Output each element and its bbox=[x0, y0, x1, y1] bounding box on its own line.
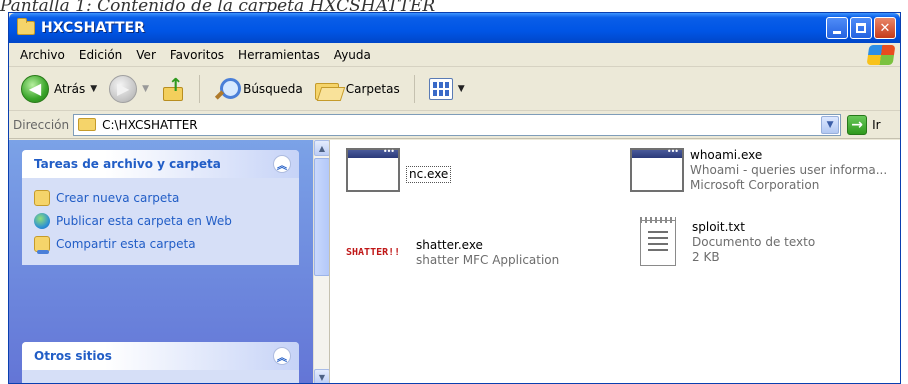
file-item[interactable]: nc.exe bbox=[346, 147, 452, 192]
toolbar-separator bbox=[413, 74, 415, 103]
menu-ver[interactable]: Ver bbox=[129, 48, 163, 62]
other-places-title: Otros sitios bbox=[34, 349, 112, 363]
menu-bar: Archivo Edición Ver Favoritos Herramient… bbox=[9, 43, 900, 67]
text-document-icon bbox=[640, 217, 676, 266]
toolbar-separator bbox=[199, 74, 201, 103]
menu-archivo[interactable]: Archivo bbox=[13, 48, 72, 62]
forward-button[interactable]: ▶ ▼ bbox=[105, 72, 153, 106]
scroll-thumb[interactable] bbox=[314, 158, 330, 276]
file-text: whoami.exe Whoami - queries user informa… bbox=[690, 148, 887, 193]
folders-button[interactable]: Carpetas bbox=[311, 72, 404, 106]
close-icon: ✕ bbox=[879, 20, 891, 36]
file-type: Documento de texto bbox=[692, 235, 816, 249]
file-name: shatter.exe bbox=[416, 238, 483, 252]
shatter-logo-icon: SHATTER!! bbox=[346, 246, 401, 258]
task-pane: Tareas de archivo y carpeta ︽ Crear nuev… bbox=[9, 140, 313, 383]
file-size: 2 KB bbox=[692, 250, 720, 264]
file-item[interactable]: whoami.exe Whoami - queries user informa… bbox=[630, 147, 887, 193]
file-item[interactable]: sploit.txt Documento de texto 2 KB bbox=[630, 217, 815, 266]
file-name: nc.exe bbox=[406, 166, 452, 183]
address-bar: Dirección C:\HXCSHATTER ▼ → Ir bbox=[9, 111, 900, 139]
folders-label: Carpetas bbox=[345, 81, 400, 96]
minimize-button[interactable] bbox=[826, 17, 848, 39]
globe-icon bbox=[34, 212, 50, 229]
file-list: nc.exe whoami.exe Whoami - queries user … bbox=[329, 140, 900, 383]
scroll-up-icon[interactable]: ▲ bbox=[314, 140, 330, 156]
back-button[interactable]: ◀ Atrás ▼ bbox=[17, 72, 101, 106]
task-pane-scrollbar[interactable]: ▲ ▼ bbox=[313, 140, 330, 383]
back-arrow-icon: ◀ bbox=[21, 74, 49, 103]
minimize-icon bbox=[833, 30, 841, 34]
application-icon bbox=[346, 147, 400, 192]
file-company: Microsoft Corporation bbox=[690, 178, 820, 192]
other-places-header[interactable]: Otros sitios ︽ bbox=[22, 342, 299, 370]
task-share-folder[interactable]: Compartir esta carpeta bbox=[34, 232, 287, 255]
maximize-icon bbox=[856, 23, 866, 33]
task-new-folder[interactable]: Crear nueva carpeta bbox=[34, 186, 287, 209]
toolbar: ◀ Atrás ▼ ▶ ▼ Búsqueda Carpetas ▼ bbox=[9, 67, 900, 111]
address-dropdown-icon[interactable]: ▼ bbox=[821, 115, 840, 134]
file-tasks-title: Tareas de archivo y carpeta bbox=[34, 157, 221, 171]
collapse-chevron-icon[interactable]: ︽ bbox=[273, 155, 291, 173]
search-icon bbox=[214, 77, 242, 101]
task-label: Compartir esta carpeta bbox=[56, 236, 196, 251]
back-dropdown-icon[interactable]: ▼ bbox=[90, 84, 97, 94]
maximize-button[interactable] bbox=[850, 17, 872, 39]
new-folder-icon bbox=[34, 189, 50, 206]
task-publish-web[interactable]: Publicar esta carpeta en Web bbox=[34, 209, 287, 232]
address-input[interactable]: C:\HXCSHATTER ▼ bbox=[73, 113, 842, 136]
explorer-window: HXCSHATTER ✕ Archivo Edición Ver Favorit… bbox=[8, 12, 901, 384]
window-title: HXCSHATTER bbox=[41, 20, 145, 36]
shared-folder-icon bbox=[34, 235, 50, 254]
folder-icon bbox=[78, 118, 97, 131]
menu-edicion[interactable]: Edición bbox=[72, 48, 129, 62]
file-text: sploit.txt Documento de texto 2 KB bbox=[692, 220, 815, 265]
file-text: nc.exe bbox=[406, 166, 452, 183]
up-folder-icon bbox=[161, 75, 185, 101]
explorer-body: Tareas de archivo y carpeta ︽ Crear nuev… bbox=[9, 140, 900, 383]
address-label: Dirección bbox=[13, 117, 70, 132]
forward-dropdown-icon[interactable]: ▼ bbox=[142, 84, 149, 94]
task-label: Publicar esta carpeta en Web bbox=[56, 213, 232, 228]
go-label: Ir bbox=[872, 117, 881, 132]
scroll-down-icon[interactable]: ▼ bbox=[314, 369, 330, 383]
title-bar[interactable]: HXCSHATTER ✕ bbox=[9, 13, 900, 43]
folders-icon bbox=[314, 78, 341, 100]
window-controls: ✕ bbox=[826, 17, 896, 39]
other-places-panel: Otros sitios ︽ bbox=[22, 342, 299, 383]
file-tasks-list: Crear nueva carpeta Publicar esta carpet… bbox=[22, 178, 299, 265]
address-value: C:\HXCSHATTER bbox=[102, 117, 198, 132]
views-dropdown-icon[interactable]: ▼ bbox=[458, 84, 465, 94]
menu-herramientas[interactable]: Herramientas bbox=[231, 48, 327, 62]
go-arrow-icon: → bbox=[847, 114, 868, 135]
go-button[interactable]: → Ir bbox=[847, 114, 881, 135]
file-name: whoami.exe bbox=[690, 148, 763, 162]
figure-caption: Pantalla 1: Contenido de la carpeta HXCS… bbox=[0, 0, 436, 12]
views-button[interactable]: ▼ bbox=[425, 72, 469, 106]
folder-icon bbox=[17, 18, 35, 35]
file-name: sploit.txt bbox=[692, 220, 745, 234]
file-tasks-panel: Tareas de archivo y carpeta ︽ Crear nuev… bbox=[22, 150, 299, 265]
file-text: shatter.exe shatter MFC Application bbox=[416, 238, 559, 268]
file-tasks-header[interactable]: Tareas de archivo y carpeta ︽ bbox=[22, 150, 299, 178]
forward-arrow-icon: ▶ bbox=[109, 74, 138, 103]
search-button[interactable]: Búsqueda bbox=[210, 72, 307, 106]
task-label: Crear nueva carpeta bbox=[56, 190, 180, 205]
up-folder-button[interactable] bbox=[157, 72, 189, 106]
application-icon bbox=[630, 147, 684, 192]
file-item[interactable]: SHATTER!! shatter.exe shatter MFC Applic… bbox=[346, 232, 559, 272]
file-description: shatter MFC Application bbox=[416, 253, 560, 267]
back-label: Atrás bbox=[54, 81, 86, 96]
views-icon bbox=[428, 77, 453, 100]
collapse-chevron-icon[interactable]: ︽ bbox=[273, 347, 291, 365]
file-description: Whoami - queries user informa... bbox=[690, 163, 888, 177]
close-button[interactable]: ✕ bbox=[874, 17, 896, 39]
menu-favoritos[interactable]: Favoritos bbox=[163, 48, 231, 62]
search-label: Búsqueda bbox=[243, 81, 303, 96]
menu-ayuda[interactable]: Ayuda bbox=[327, 48, 378, 62]
windows-logo-icon bbox=[866, 45, 896, 65]
